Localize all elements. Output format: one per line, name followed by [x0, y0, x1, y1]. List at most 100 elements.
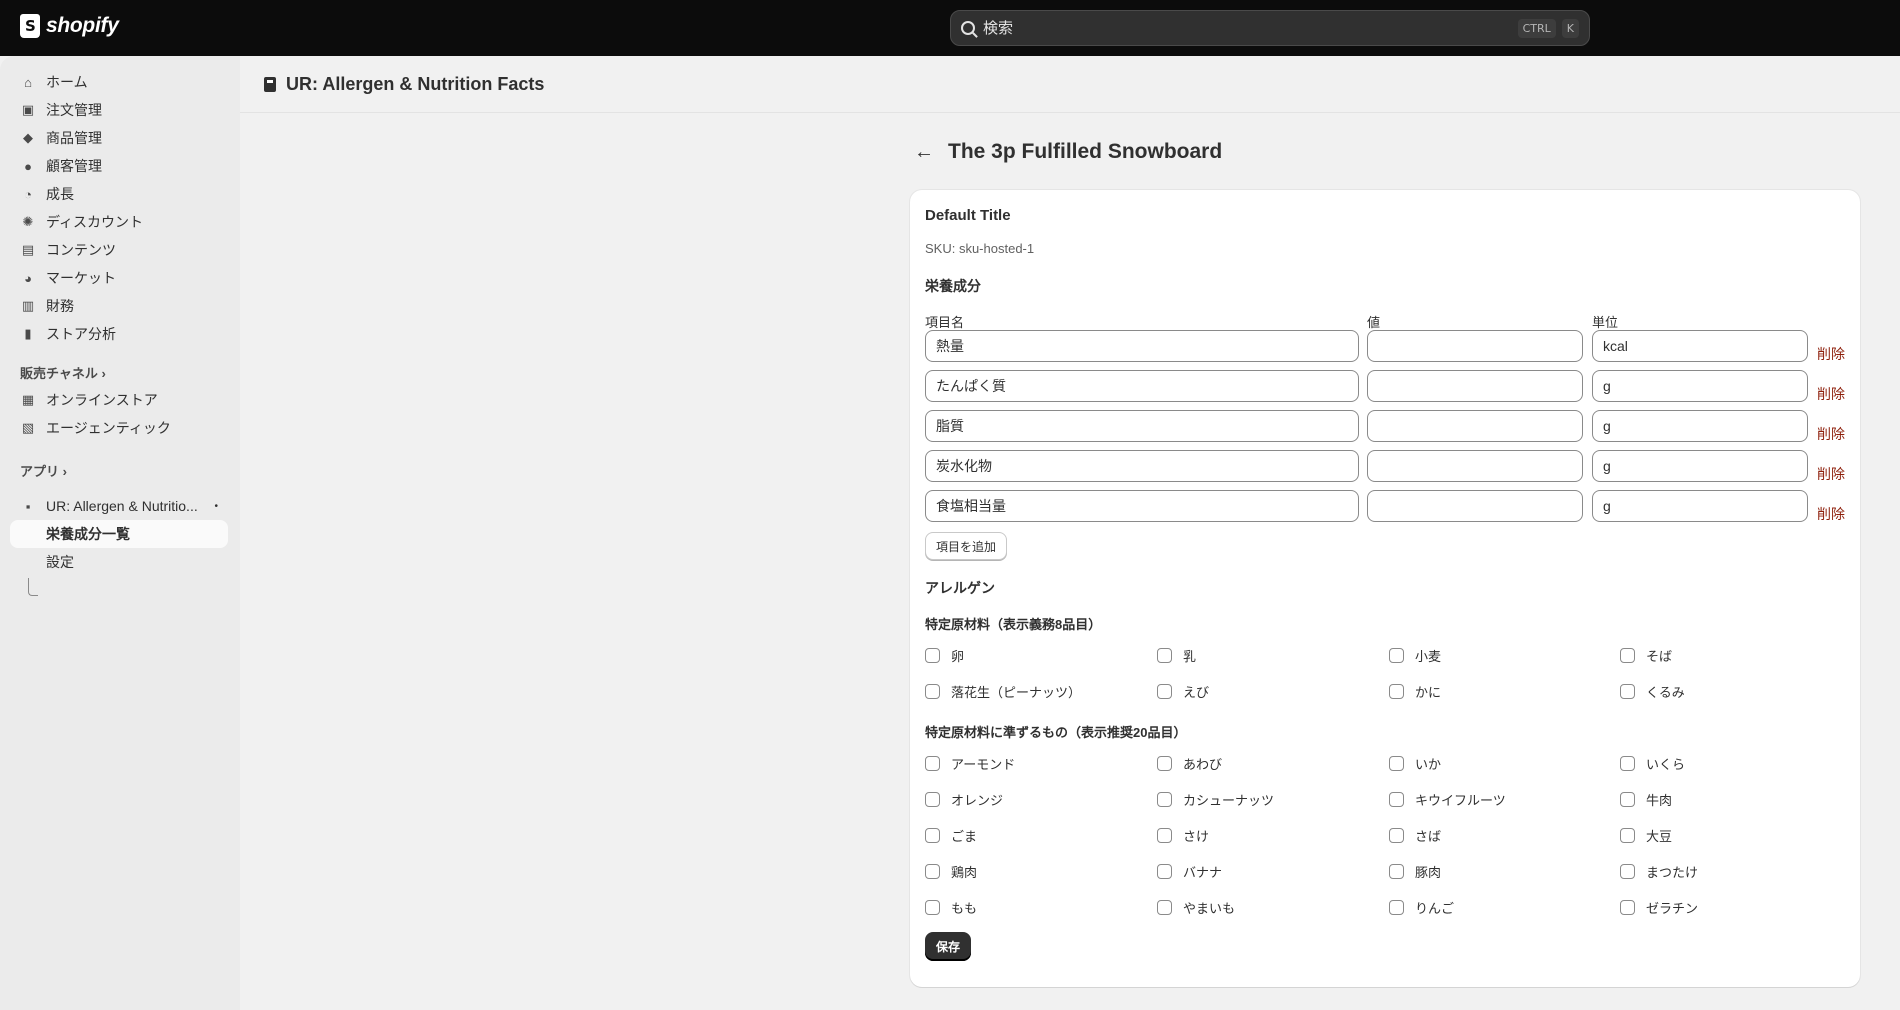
sidebar-item-markets[interactable]: ◕ マーケット: [10, 264, 228, 292]
checkbox-box[interactable]: [1157, 864, 1172, 879]
allergen-checkbox[interactable]: 鶏肉: [925, 862, 977, 881]
nutrient-name-input[interactable]: [925, 450, 1359, 482]
allergen-checkbox[interactable]: ごま: [925, 826, 977, 845]
checkbox-box[interactable]: [1620, 828, 1635, 843]
nutrient-value-input[interactable]: [1367, 370, 1583, 402]
save-button[interactable]: 保存: [925, 932, 972, 961]
checkbox-box[interactable]: [1157, 684, 1172, 699]
allergen-checkbox[interactable]: 落花生（ピーナッツ）: [925, 682, 1081, 701]
nutrient-value-input[interactable]: [1367, 450, 1583, 482]
delete-nutrient-button[interactable]: 削除: [1817, 464, 1845, 484]
search-bar[interactable]: CTRL K: [950, 10, 1590, 46]
checkbox-box[interactable]: [925, 792, 940, 807]
allergen-checkbox[interactable]: いか: [1389, 754, 1441, 773]
nutrient-value-input[interactable]: [1367, 490, 1583, 522]
allergen-checkbox[interactable]: オレンジ: [925, 790, 1003, 809]
checkbox-box[interactable]: [925, 864, 940, 879]
checkbox-box[interactable]: [925, 756, 940, 771]
checkbox-box[interactable]: [1389, 684, 1404, 699]
allergen-checkbox[interactable]: さば: [1389, 826, 1441, 845]
allergen-checkbox[interactable]: さけ: [1157, 826, 1209, 845]
checkbox-box[interactable]: [1620, 792, 1635, 807]
checkbox-box[interactable]: [1389, 756, 1404, 771]
allergen-checkbox[interactable]: 大豆: [1620, 826, 1672, 845]
checkbox-box[interactable]: [1620, 900, 1635, 915]
sidebar-item-settings[interactable]: 設定: [10, 548, 228, 576]
allergen-checkbox[interactable]: いくら: [1620, 754, 1685, 773]
delete-nutrient-button[interactable]: 削除: [1817, 424, 1845, 444]
sidebar-item-customers[interactable]: ● 顧客管理: [10, 152, 228, 180]
sales-channels-header[interactable]: 販売チャネル ›: [20, 363, 106, 382]
allergen-checkbox[interactable]: カシューナッツ: [1157, 790, 1274, 809]
search-input[interactable]: [983, 19, 1512, 37]
nutrient-unit-input[interactable]: [1592, 490, 1808, 522]
allergen-checkbox[interactable]: ゼラチン: [1620, 898, 1698, 917]
checkbox-box[interactable]: [1389, 792, 1404, 807]
nutrient-unit-input[interactable]: [1592, 370, 1808, 402]
allergen-checkbox[interactable]: 乳: [1157, 646, 1196, 665]
allergen-checkbox[interactable]: やまいも: [1157, 898, 1235, 917]
delete-nutrient-button[interactable]: 削除: [1817, 344, 1845, 364]
checkbox-box[interactable]: [1620, 864, 1635, 879]
allergen-checkbox[interactable]: えび: [1157, 682, 1209, 701]
sidebar-item-discounts[interactable]: ✺ ディスカウント: [10, 208, 228, 236]
checkbox-box[interactable]: [925, 684, 940, 699]
checkbox-box[interactable]: [925, 828, 940, 843]
allergen-checkbox[interactable]: かに: [1389, 682, 1441, 701]
checkbox-box[interactable]: [1157, 756, 1172, 771]
allergen-checkbox[interactable]: くるみ: [1620, 682, 1685, 701]
checkbox-box[interactable]: [925, 900, 940, 915]
sidebar-item-products[interactable]: ◆ 商品管理: [10, 124, 228, 152]
sidebar-item-growth[interactable]: ◔ 成長: [10, 180, 228, 208]
checkbox-box[interactable]: [1389, 864, 1404, 879]
allergen-checkbox[interactable]: キウイフルーツ: [1389, 790, 1506, 809]
nutrient-name-input[interactable]: [925, 370, 1359, 402]
nutrient-unit-input[interactable]: [1592, 450, 1808, 482]
sidebar-item-agentic[interactable]: ▧ エージェンティック: [10, 414, 228, 442]
checkbox-box[interactable]: [1157, 828, 1172, 843]
allergen-checkbox[interactable]: りんご: [1389, 898, 1454, 917]
nutrient-unit-input[interactable]: [1592, 330, 1808, 362]
checkbox-box[interactable]: [1157, 648, 1172, 663]
sidebar-item-online-store[interactable]: ▦ オンラインストア: [10, 386, 228, 414]
allergen-checkbox[interactable]: あわび: [1157, 754, 1222, 773]
checkbox-box[interactable]: [1620, 684, 1635, 699]
sidebar-item-content[interactable]: ▤ コンテンツ: [10, 236, 228, 264]
allergen-checkbox[interactable]: 豚肉: [1389, 862, 1441, 881]
sidebar-item-app[interactable]: ▪ UR: Allergen & Nutritio... •: [10, 492, 228, 520]
checkbox-box[interactable]: [1157, 792, 1172, 807]
allergen-checkbox[interactable]: 卵: [925, 646, 964, 665]
nutrient-name-input[interactable]: [925, 410, 1359, 442]
nutrient-unit-input[interactable]: [1592, 410, 1808, 442]
add-item-button[interactable]: 項目を追加: [925, 532, 1008, 560]
delete-nutrient-button[interactable]: 削除: [1817, 504, 1845, 524]
nutrient-value-input[interactable]: [1367, 410, 1583, 442]
apps-header[interactable]: アプリ ›: [20, 461, 67, 480]
checkbox-box[interactable]: [1389, 900, 1404, 915]
sidebar-item-nutrition-list[interactable]: 栄養成分一覧: [10, 520, 228, 548]
checkbox-box[interactable]: [1620, 648, 1635, 663]
sidebar-item-orders[interactable]: ▣ 注文管理: [10, 96, 228, 124]
nutrient-name-input[interactable]: [925, 330, 1359, 362]
nutrient-name-input[interactable]: [925, 490, 1359, 522]
back-arrow-icon[interactable]: ←: [914, 141, 934, 164]
checkbox-box[interactable]: [1389, 828, 1404, 843]
page-title: The 3p Fulfilled Snowboard: [948, 140, 1223, 163]
checkbox-box[interactable]: [1157, 900, 1172, 915]
allergen-checkbox[interactable]: そば: [1620, 646, 1672, 665]
allergen-checkbox[interactable]: もも: [925, 898, 977, 917]
allergen-checkbox[interactable]: アーモンド: [925, 754, 1015, 773]
checkbox-box[interactable]: [1620, 756, 1635, 771]
sidebar-item-home[interactable]: ⌂ ホーム: [10, 68, 228, 96]
sidebar-item-finance[interactable]: ▥ 財務: [10, 292, 228, 320]
nutrient-value-input[interactable]: [1367, 330, 1583, 362]
allergen-checkbox[interactable]: 牛肉: [1620, 790, 1672, 809]
allergen-checkbox[interactable]: まつたけ: [1620, 862, 1698, 881]
delete-nutrient-button[interactable]: 削除: [1817, 384, 1845, 404]
allergen-checkbox[interactable]: バナナ: [1157, 862, 1222, 881]
checkbox-box[interactable]: [1389, 648, 1404, 663]
checkbox-box[interactable]: [925, 648, 940, 663]
allergen-checkbox[interactable]: 小麦: [1389, 646, 1441, 665]
sidebar-item-analytics[interactable]: ▮ ストア分析: [10, 320, 228, 348]
shopify-logo[interactable]: shopify: [20, 14, 119, 38]
